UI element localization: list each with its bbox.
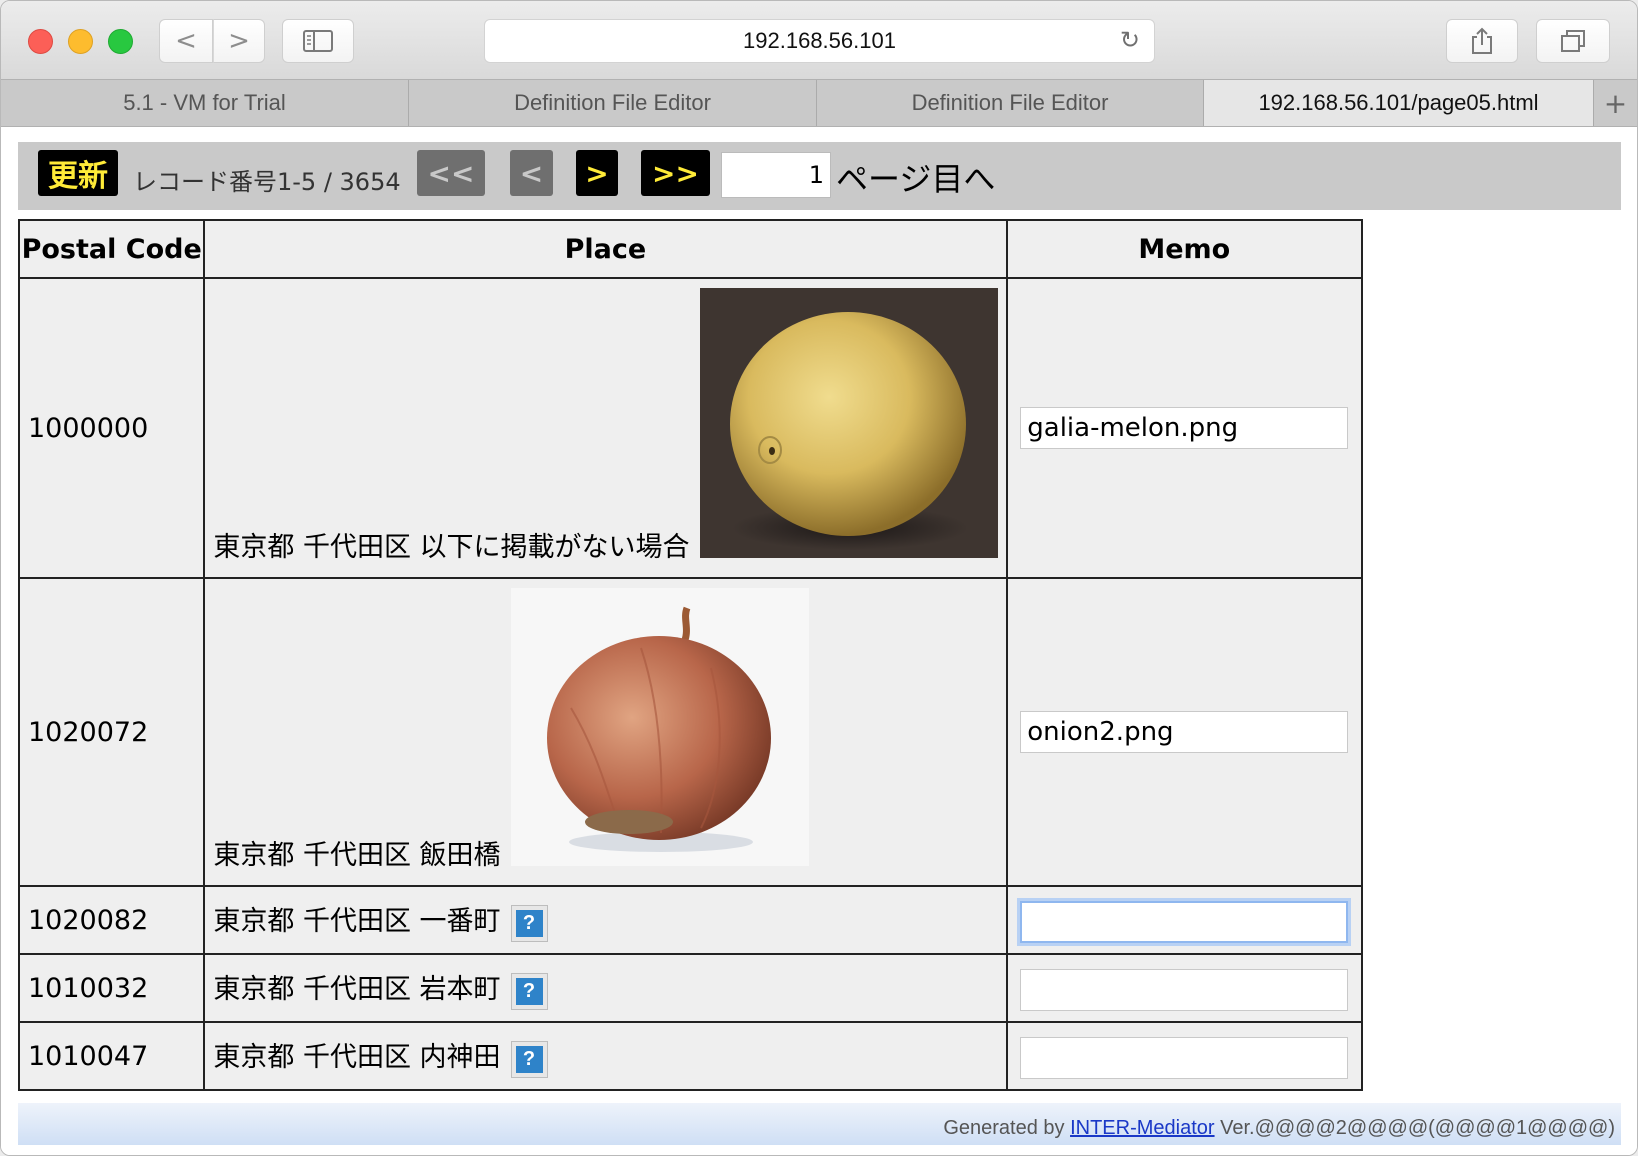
place-cell: 東京都 千代田区 飯田橋 (203, 577, 1008, 887)
tabs-overview-icon (1561, 30, 1585, 52)
page-suffix-label: ページ目へ (836, 160, 996, 198)
column-header-memo: Memo (1005, 219, 1364, 279)
records-table: Postal Code Place Memo 1000000 東京都 千代田区 … (17, 219, 1364, 1091)
table-row: 1010047 東京都 千代田区 内神田 ? (17, 1021, 1364, 1091)
place-cell: 東京都 千代田区 内神田 ? (203, 1021, 1008, 1091)
tab-bar: 5.1 - VM for Trial Definition File Edito… (1, 79, 1637, 127)
place-text: 東京都 千代田区 以下に掲載がない場合 (213, 532, 690, 563)
place-cell: 東京都 千代田区 以下に掲載がない場合 (203, 277, 1008, 579)
tab-label: 192.168.56.101/page05.html (1258, 90, 1539, 115)
reload-icon[interactable]: ↻ (1120, 26, 1140, 55)
place-text: 東京都 千代田区 内神田 (213, 1041, 501, 1073)
postal-code-cell: 1020072 (17, 577, 206, 887)
place-content: 東京都 千代田区 岩本町 ? (213, 967, 997, 1010)
address-bar[interactable]: 192.168.56.101 ↻ (484, 19, 1155, 63)
next-page-button[interactable]: > (576, 150, 618, 196)
page-footer: Generated by INTER-Mediator Ver.@@@@2@@@… (18, 1103, 1621, 1145)
prev-page-button[interactable]: < (510, 150, 553, 196)
table-row: 1000000 東京都 千代田区 以下に掲載がない場合 galia-melon.… (17, 277, 1364, 579)
close-window-button[interactable] (28, 29, 53, 54)
memo-cell (1005, 1021, 1364, 1091)
tab-definition-file-editor-2[interactable]: Definition File Editor (817, 80, 1204, 126)
url-text: 192.168.56.101 (743, 28, 896, 53)
minimize-window-button[interactable] (68, 29, 93, 54)
memo-cell (1005, 953, 1364, 1023)
tab-label: Definition File Editor (911, 90, 1109, 115)
tab-label: 5.1 - VM for Trial (123, 90, 286, 115)
memo-input[interactable] (1020, 968, 1349, 1011)
page-number-value: 1 (808, 161, 824, 189)
postal-code-cell: 1000000 (17, 277, 206, 579)
inter-mediator-link[interactable]: INTER-Mediator (1070, 1117, 1214, 1139)
record-navigator: 更新 レコード番号1-5 / 3654 << < > >> 1 ページ目へ (18, 142, 1621, 210)
memo-value: galia-melon.png (1027, 413, 1239, 443)
tab-definition-file-editor-1[interactable]: Definition File Editor (409, 80, 817, 126)
melon-image (699, 288, 998, 558)
tab-page05[interactable]: 192.168.56.101/page05.html (1204, 80, 1594, 126)
share-button[interactable] (1446, 19, 1518, 63)
place-content: 東京都 千代田区 飯田橋 (213, 588, 997, 876)
place-text: 東京都 千代田区 一番町 (213, 905, 501, 937)
chevron-right-icon: > (228, 26, 250, 56)
place-content: 東京都 千代田区 以下に掲載がない場合 (213, 288, 998, 568)
tab-label: Definition File Editor (514, 90, 711, 115)
column-header-postal-code: Postal Code (17, 219, 206, 279)
zoom-window-button[interactable] (108, 29, 133, 54)
memo-value: onion2.png (1027, 717, 1174, 747)
new-tab-button[interactable]: + (1593, 80, 1637, 126)
place-content: 東京都 千代田区 一番町 ? (213, 899, 997, 942)
back-button[interactable]: < (159, 19, 213, 63)
postal-code-cell: 1010047 (17, 1021, 206, 1091)
sidebar-toggle-button[interactable] (282, 19, 354, 63)
memo-input[interactable]: galia-melon.png (1020, 407, 1349, 449)
missing-image-icon: ? (510, 904, 548, 942)
table-row: 1020082 東京都 千代田区 一番町 ? (17, 885, 1364, 955)
show-tabs-button[interactable] (1536, 19, 1610, 63)
share-icon (1472, 27, 1492, 54)
page-content: 更新 レコード番号1-5 / 3654 << < > >> 1 ページ目へ Po… (1, 127, 1637, 1155)
onion-image (510, 588, 809, 866)
place-cell: 東京都 千代田区 岩本町 ? (203, 953, 1008, 1023)
postal-code-cell: 1010032 (17, 953, 206, 1023)
memo-cell (1005, 885, 1364, 955)
plus-icon: + (1603, 86, 1628, 120)
memo-input[interactable]: onion2.png (1020, 711, 1349, 753)
browser-window: < > 192.168.56.101 ↻ 5.1 - VM for Trial … (0, 0, 1638, 1156)
missing-image-icon: ? (510, 972, 548, 1010)
column-header-place: Place (203, 219, 1008, 279)
memo-cell: galia-melon.png (1005, 277, 1364, 579)
footer-version: Ver.@@@@2@@@@(@@@@1@@@@) (1214, 1117, 1615, 1139)
place-text: 東京都 千代田区 岩本町 (213, 973, 501, 1005)
tab-vm-for-trial[interactable]: 5.1 - VM for Trial (1, 80, 409, 126)
browser-toolbar: < > 192.168.56.101 ↻ (1, 1, 1637, 79)
footer-prefix: Generated by (943, 1117, 1071, 1139)
table-row: 1020072 東京都 千代田区 飯田橋 onion2.png (17, 577, 1364, 887)
table-row: 1010032 東京都 千代田区 岩本町 ? (17, 953, 1364, 1023)
page-number-input[interactable]: 1 (721, 152, 831, 198)
record-count-label: レコード番号1-5 / 3654 (133, 168, 401, 196)
memo-cell: onion2.png (1005, 577, 1364, 887)
missing-image-icon: ? (510, 1040, 548, 1078)
last-page-button[interactable]: >> (641, 150, 710, 196)
chevron-left-icon: < (175, 26, 197, 56)
memo-input[interactable] (1020, 900, 1349, 943)
place-text: 東京都 千代田区 飯田橋 (213, 840, 501, 871)
place-content: 東京都 千代田区 内神田 ? (213, 1035, 997, 1078)
place-cell: 東京都 千代田区 一番町 ? (203, 885, 1008, 955)
table-header-row: Postal Code Place Memo (17, 219, 1364, 279)
memo-input[interactable] (1020, 1036, 1349, 1079)
forward-button[interactable]: > (213, 19, 265, 63)
sidebar-icon (303, 30, 333, 52)
postal-code-cell: 1020082 (17, 885, 206, 955)
update-button[interactable]: 更新 (38, 150, 118, 196)
first-page-button[interactable]: << (417, 150, 485, 196)
